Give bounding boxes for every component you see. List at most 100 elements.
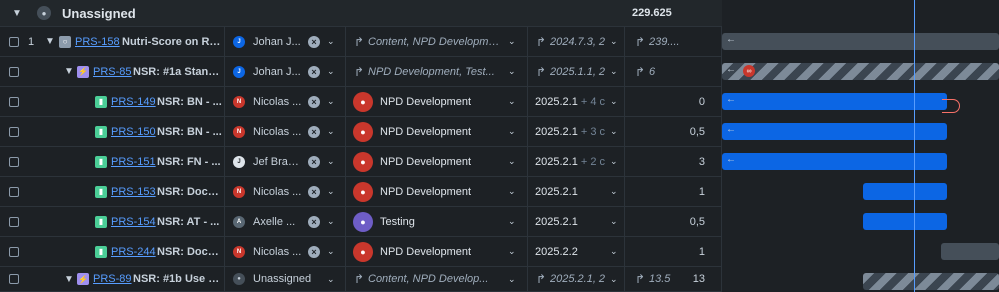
date-cell[interactable]: ↱ 2025.2.1, 2 ⌄ xyxy=(528,267,625,291)
row-checkbox[interactable] xyxy=(9,186,19,197)
table-row[interactable]: ▮ PRS-244 NSR: Docu... N Nicolas ... × ⌄… xyxy=(0,237,722,267)
date-cell[interactable]: 2025.2.1 ⌄ xyxy=(528,207,625,236)
chevron-down-icon[interactable]: ⌄ xyxy=(327,246,335,257)
row-checkbox[interactable] xyxy=(9,246,19,257)
table-row[interactable]: ▮ PRS-149 NSR: BN - ... N Nicolas ... × … xyxy=(0,87,722,117)
table-row[interactable]: ▮ PRS-151 NSR: FN - ... J Jef Braem × ⌄ … xyxy=(0,147,722,177)
team-cell[interactable]: ↱ NPD Development, Test... ⌄ xyxy=(346,57,528,86)
issue-key-link[interactable]: PRS-150 xyxy=(111,126,156,138)
chevron-down-icon[interactable]: ⌄ xyxy=(327,126,335,137)
chevron-down-icon[interactable]: ⌄ xyxy=(610,66,618,77)
clear-icon[interactable]: × xyxy=(308,65,320,78)
group-header-row[interactable]: ▼ ● Unassigned 229.625 xyxy=(0,0,722,27)
estimate-cell[interactable]: 0,5 xyxy=(625,117,722,146)
issue-key-link[interactable]: PRS-154 xyxy=(111,216,156,228)
row-checkbox[interactable] xyxy=(9,126,19,137)
issue-key-link[interactable]: PRS-244 xyxy=(111,246,156,258)
timeline-bar[interactable] xyxy=(722,63,999,80)
issue-key-link[interactable]: PRS-89 xyxy=(93,273,132,285)
team-cell[interactable]: ● Testing ⌄ xyxy=(346,207,528,236)
team-cell[interactable]: ● NPD Development ⌄ xyxy=(346,147,528,176)
chevron-down-icon[interactable]: ⌄ xyxy=(327,274,335,285)
estimate-cell[interactable]: 0 xyxy=(625,87,722,116)
arrow-left-icon[interactable]: ← xyxy=(726,154,736,165)
timeline-bar[interactable] xyxy=(863,273,999,290)
chevron-down-icon[interactable]: ⌄ xyxy=(508,246,516,257)
issue-key-link[interactable]: PRS-153 xyxy=(111,186,156,198)
estimate-cell[interactable]: 3 xyxy=(625,147,722,176)
chevron-down-icon[interactable]: ⌄ xyxy=(610,246,618,257)
chevron-down-icon[interactable]: ▼ xyxy=(64,66,74,77)
assignee-cell[interactable]: J Johan J... × ⌄ xyxy=(225,57,346,86)
dependency-link-icon[interactable]: ∞ xyxy=(743,65,755,77)
estimate-cell[interactable]: ↱ 6 xyxy=(625,57,722,86)
chevron-down-icon[interactable]: ⌄ xyxy=(508,156,516,167)
estimate-cell[interactable]: 1 xyxy=(625,177,722,206)
table-row[interactable]: ▮ PRS-154 NSR: AT - ... A Axelle ... × ⌄… xyxy=(0,207,722,237)
clear-icon[interactable]: × xyxy=(308,215,320,228)
team-cell[interactable]: ● NPD Development ⌄ xyxy=(346,177,528,206)
chevron-down-icon[interactable]: ⌄ xyxy=(327,216,335,227)
table-row[interactable]: ▼ ⚡ PRS-89 NSR: #1b Use st... ● Unassign… xyxy=(0,267,722,292)
issue-key-link[interactable]: PRS-149 xyxy=(111,96,156,108)
arrow-left-icon[interactable]: ← xyxy=(726,64,736,75)
timeline-bar[interactable] xyxy=(863,183,947,200)
estimate-cell[interactable]: 0,5 xyxy=(625,207,722,236)
team-cell[interactable]: ● NPD Development ⌄ xyxy=(346,117,528,146)
clear-icon[interactable]: × xyxy=(308,125,320,138)
date-cell[interactable]: 2025.2.2 ⌄ xyxy=(528,237,625,266)
chevron-down-icon[interactable]: ⌄ xyxy=(610,156,618,167)
clear-icon[interactable]: × xyxy=(308,185,320,198)
assignee-cell[interactable]: N Nicolas ... × ⌄ xyxy=(225,177,346,206)
team-cell[interactable]: ↱ Content, NPD Develop... ⌄ xyxy=(346,267,528,291)
assignee-cell[interactable]: N Nicolas ... × ⌄ xyxy=(225,117,346,146)
clear-icon[interactable]: × xyxy=(308,35,320,48)
estimate-cell[interactable]: 1 xyxy=(625,237,722,266)
chevron-down-icon[interactable]: ⌄ xyxy=(508,274,516,285)
chevron-down-icon[interactable]: ⌄ xyxy=(508,36,516,47)
row-checkbox[interactable] xyxy=(9,96,19,107)
assignee-cell[interactable]: N Nicolas ... × ⌄ xyxy=(225,237,346,266)
chevron-down-icon[interactable]: ⌄ xyxy=(610,126,618,137)
chevron-down-icon[interactable]: ⌄ xyxy=(327,66,335,77)
table-row[interactable]: ▮ PRS-150 NSR: BN - ... N Nicolas ... × … xyxy=(0,117,722,147)
row-checkbox[interactable] xyxy=(9,36,19,47)
chevron-down-icon[interactable]: ⌄ xyxy=(508,96,516,107)
chevron-down-icon[interactable]: ▼ xyxy=(45,36,55,47)
assignee-cell[interactable]: ● Unassigned ⌄ xyxy=(225,267,346,291)
chevron-down-icon[interactable]: ⌄ xyxy=(327,96,335,107)
timeline-bar[interactable] xyxy=(722,33,999,50)
chevron-down-icon[interactable]: ⌄ xyxy=(508,186,516,197)
timeline-bar[interactable] xyxy=(863,213,947,230)
timeline-bar[interactable] xyxy=(941,243,999,260)
row-checkbox[interactable] xyxy=(9,66,19,77)
chevron-down-icon[interactable]: ⌄ xyxy=(610,96,618,107)
table-row[interactable]: ▼ ⚡ PRS-85 NSR: #1a Stand... J Johan J..… xyxy=(0,57,722,87)
chevron-down-icon[interactable]: ⌄ xyxy=(508,126,516,137)
chevron-down-icon[interactable]: ▼ xyxy=(12,8,22,19)
chevron-down-icon[interactable]: ⌄ xyxy=(327,186,335,197)
chevron-down-icon[interactable]: ⌄ xyxy=(327,36,335,47)
clear-icon[interactable]: × xyxy=(308,155,320,168)
chevron-down-icon[interactable]: ⌄ xyxy=(610,216,618,227)
arrow-left-icon[interactable]: ← xyxy=(726,94,736,105)
chevron-down-icon[interactable]: ⌄ xyxy=(610,274,618,285)
estimate-cell[interactable]: ↱ 13.5 13 xyxy=(625,267,722,291)
clear-icon[interactable]: × xyxy=(308,245,320,258)
clear-icon[interactable]: × xyxy=(308,95,320,108)
chevron-down-icon[interactable]: ⌄ xyxy=(508,66,516,77)
row-checkbox[interactable] xyxy=(9,216,19,227)
issue-key-link[interactable]: PRS-151 xyxy=(111,156,156,168)
assignee-cell[interactable]: N Nicolas ... × ⌄ xyxy=(225,87,346,116)
assignee-cell[interactable]: J Johan J... × ⌄ xyxy=(225,27,346,56)
date-cell[interactable]: 2025.2.1 ⌄ xyxy=(528,177,625,206)
chevron-down-icon[interactable]: ⌄ xyxy=(610,186,618,197)
table-row[interactable]: 1 ▼ ○ PRS-158 Nutri-Score on Re... J Joh… xyxy=(0,27,722,57)
issue-key-link[interactable]: PRS-85 xyxy=(93,66,132,78)
team-cell[interactable]: ● NPD Development ⌄ xyxy=(346,237,528,266)
table-row[interactable]: ▮ PRS-153 NSR: Docu... N Nicolas ... × ⌄… xyxy=(0,177,722,207)
arrow-left-icon[interactable]: ← xyxy=(726,124,736,135)
chevron-down-icon[interactable]: ▼ xyxy=(64,274,74,285)
chevron-down-icon[interactable]: ⌄ xyxy=(508,216,516,227)
row-checkbox[interactable] xyxy=(9,274,19,284)
